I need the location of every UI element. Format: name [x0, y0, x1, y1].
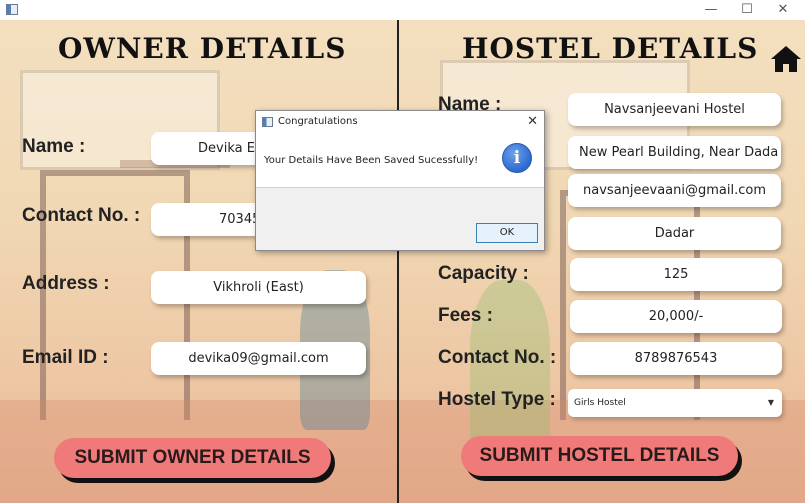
dialog-title: Congratulations	[278, 116, 358, 127]
hostel-area-field[interactable]: Dadar	[568, 217, 781, 250]
owner-email-field[interactable]: devika09@gmail.com	[151, 342, 366, 375]
app-icon	[6, 4, 18, 15]
hostel-type-label: Hostel Type :	[438, 389, 556, 410]
dialog-separator	[256, 187, 544, 188]
owner-contact-label: Contact No. :	[22, 205, 141, 226]
hostel-address-field[interactable]: New Pearl Building, Near Dada	[568, 136, 781, 169]
ok-button[interactable]: OK	[476, 223, 538, 243]
hostel-email-field[interactable]: navsanjeevaani@gmail.com	[568, 174, 781, 207]
hostel-fees-field[interactable]: 20,000/-	[570, 300, 782, 333]
owner-address-field[interactable]: Vikhroli (East)	[151, 271, 366, 304]
hostel-type-value: Girls Hostel	[574, 398, 626, 408]
home-icon[interactable]	[770, 44, 802, 74]
window-titlebar: — ☐ ✕	[0, 0, 805, 20]
submit-hostel-details-button[interactable]: SUBMIT HOSTEL DETAILS	[461, 436, 738, 476]
hostel-contact-field[interactable]: 8789876543	[570, 342, 782, 375]
dialog-close-button[interactable]: ✕	[527, 111, 538, 133]
info-icon: i	[502, 143, 532, 173]
dialog-message: Your Details Have Been Saved Sucessfully…	[264, 155, 479, 166]
congratulations-dialog: Congratulations ✕ Your Details Have Been…	[255, 110, 545, 251]
submit-owner-details-button[interactable]: SUBMIT OWNER DETAILS	[54, 438, 331, 478]
chevron-down-icon: ▼	[767, 398, 774, 407]
owner-name-label: Name :	[22, 136, 86, 157]
hostel-details-heading: HOSTEL DETAILS	[462, 32, 759, 65]
dialog-titlebar: Congratulations ✕	[256, 111, 544, 133]
close-window-button[interactable]: ✕	[765, 0, 801, 20]
hostel-fees-label: Fees :	[438, 305, 493, 326]
hostel-contact-label: Contact No. :	[438, 347, 557, 368]
dialog-body: Your Details Have Been Saved Sucessfully…	[256, 133, 544, 187]
hostel-name-field[interactable]: Navsanjeevani Hostel	[568, 93, 781, 126]
app-content: OWNER DETAILS Name : Devika Ep Contact N…	[0, 20, 805, 503]
owner-details-heading: OWNER DETAILS	[58, 32, 347, 65]
hostel-type-select[interactable]: Girls Hostel ▼	[568, 389, 782, 417]
minimize-button[interactable]: —	[693, 0, 729, 20]
maximize-button[interactable]: ☐	[729, 0, 765, 20]
hostel-capacity-label: Capacity :	[438, 263, 529, 284]
owner-email-label: Email ID :	[22, 347, 109, 368]
hostel-capacity-field[interactable]: 125	[570, 258, 782, 291]
owner-address-label: Address :	[22, 273, 110, 294]
dialog-app-icon	[262, 117, 273, 127]
section-divider	[397, 20, 399, 503]
